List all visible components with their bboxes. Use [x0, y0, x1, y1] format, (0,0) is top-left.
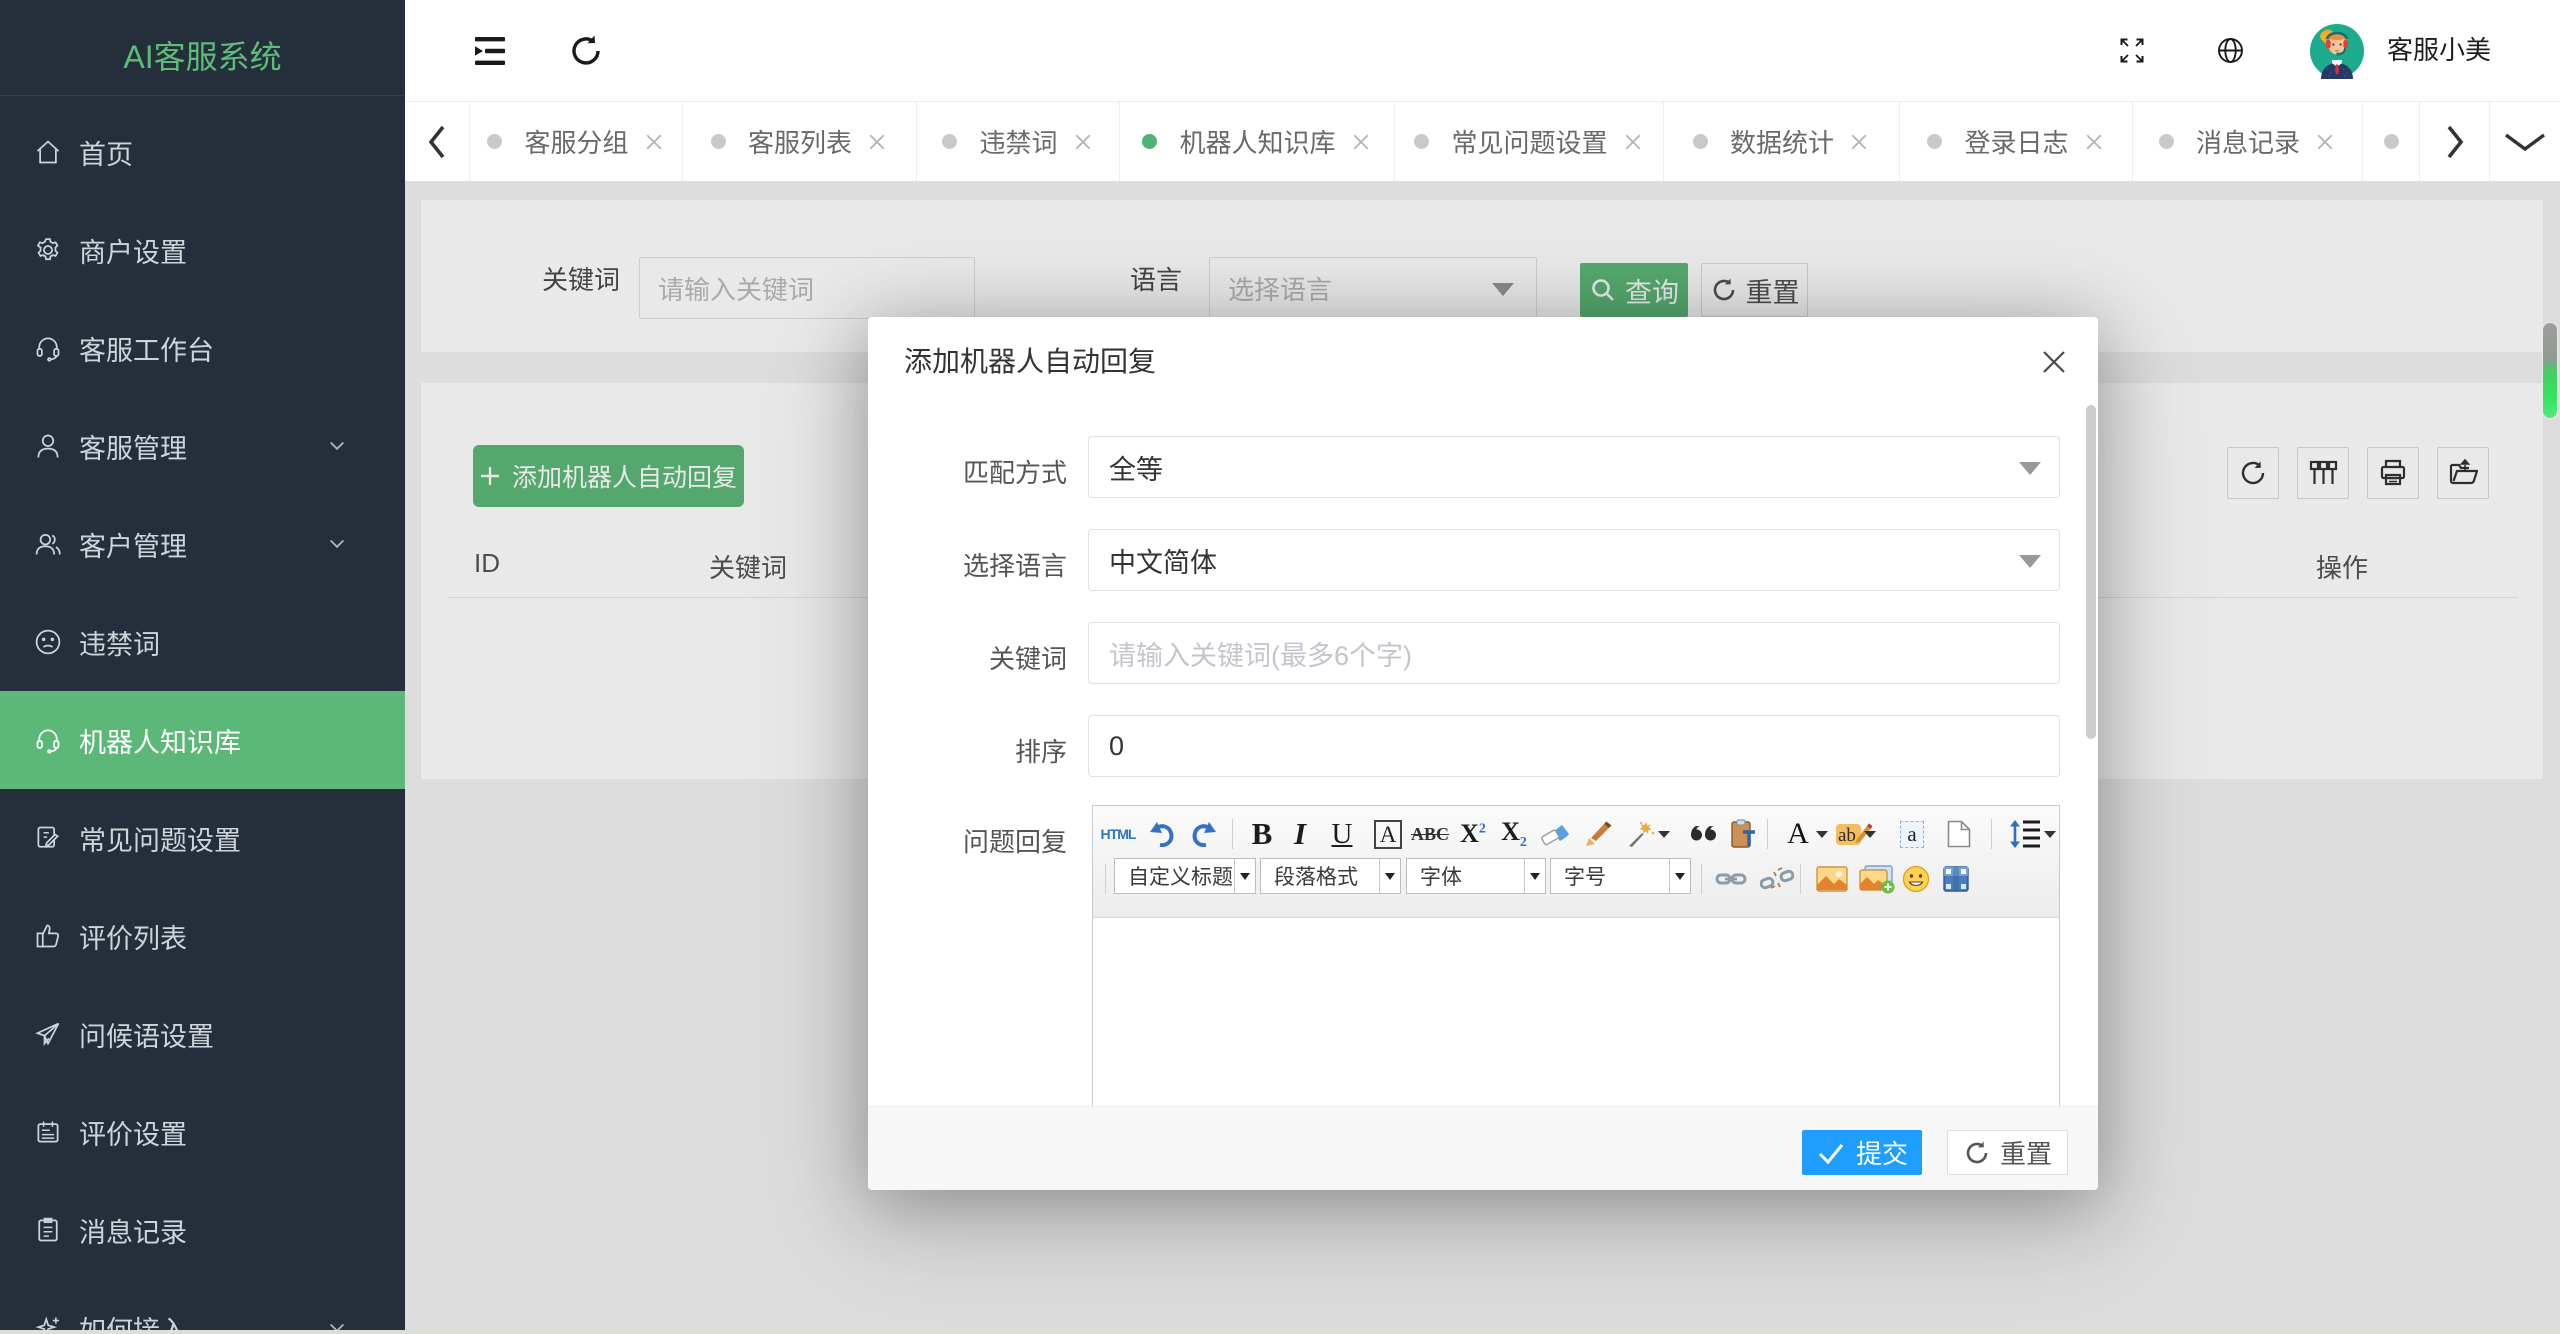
svg-text:ab: ab: [1838, 825, 1856, 846]
